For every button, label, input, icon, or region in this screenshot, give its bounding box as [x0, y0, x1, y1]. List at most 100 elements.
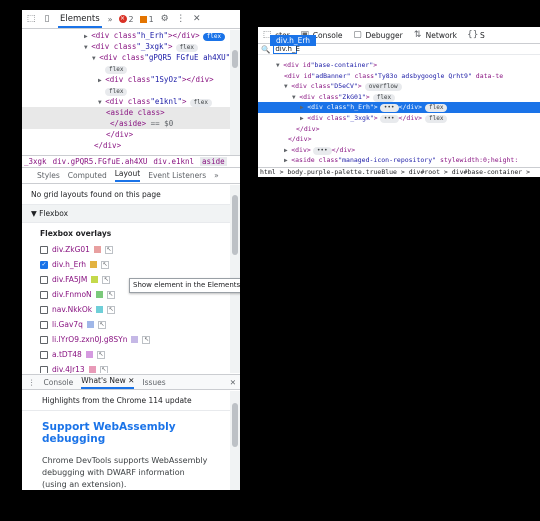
overlay-checkbox[interactable] [40, 290, 48, 299]
dom-node[interactable]: </div> [258, 134, 540, 145]
reveal-element-icon[interactable]: ↖ [104, 245, 113, 254]
reveal-element-icon[interactable]: ↖ [142, 335, 151, 344]
flexbox-section-header[interactable]: ▼ Flexbox [22, 205, 230, 223]
dom-node[interactable]: ▶ <div class"_3xgk"> ••• </div> flex [258, 113, 540, 124]
tab-event-listeners[interactable]: Event Listeners [148, 171, 206, 180]
ellipsis-badge[interactable]: ••• [312, 146, 332, 155]
inspect-element-icon[interactable]: ⬚ [26, 14, 36, 24]
tab-styles[interactable]: Styles [37, 171, 60, 180]
reveal-element-icon[interactable]: ↖ [99, 365, 108, 373]
ellipsis-badge[interactable]: ••• [379, 104, 399, 113]
error-badge[interactable]: × 2 [118, 15, 134, 24]
overlay-color-swatch[interactable] [95, 291, 103, 298]
close-icon[interactable]: ✕ [192, 14, 202, 24]
overlay-name[interactable]: div.ZkG01 [52, 245, 90, 254]
overlay-color-swatch[interactable] [90, 261, 98, 268]
reveal-element-icon[interactable]: ↖ [106, 290, 115, 299]
overlay-color-swatch[interactable] [91, 276, 99, 283]
overlay-name[interactable]: div.h_Erh [52, 260, 86, 269]
flex-badge[interactable]: flex [189, 99, 212, 107]
dom-node[interactable]: <aside class> [22, 107, 230, 118]
dom-node[interactable]: flex [22, 85, 230, 96]
overlay-name[interactable]: div.4Jr13 [52, 365, 85, 373]
breadcrumb-item[interactable]: div.e1knl [153, 157, 194, 166]
tab-network[interactable]: ⇅ Network [413, 30, 457, 40]
overlay-checkbox[interactable] [40, 305, 48, 314]
flex-badge[interactable]: flex [105, 88, 128, 96]
dom-node[interactable]: ▼ <div class"e1knl"> flex [22, 96, 230, 107]
dom-node[interactable]: ▼ <div class"D5eCV"> overflow [258, 81, 540, 92]
breadcrumb-item[interactable]: div.gPQR5.FGfuE.ah4XU [53, 157, 148, 166]
reveal-element-icon[interactable]: ↖ [97, 320, 106, 329]
overlay-checkbox[interactable]: ✓ [40, 260, 48, 269]
kebab-menu-icon[interactable]: ⋮ [176, 14, 186, 24]
overlay-item[interactable]: li.Gav7q ↖ [22, 317, 230, 332]
overlay-item[interactable]: a.tDT48 ↖ [22, 347, 230, 362]
flex-badge[interactable]: flex [425, 114, 448, 123]
overlay-checkbox[interactable] [40, 320, 48, 329]
drawer-tab-what-s-new[interactable]: What's New ✕ [81, 376, 135, 389]
more-tabs-icon[interactable]: » [108, 15, 113, 24]
close-drawer-icon[interactable]: ✕ [230, 378, 236, 387]
reveal-element-icon[interactable]: ↖ [102, 275, 111, 284]
overlay-name[interactable]: li.lYrO9.zxn0J.g8SYn [52, 335, 127, 344]
tab-computed[interactable]: Computed [68, 171, 107, 180]
whats-new-scrollbar[interactable] [230, 391, 240, 490]
dom-node[interactable]: </aside> == $0 [22, 118, 230, 129]
overlay-name[interactable]: nav.NkkOk [52, 305, 92, 314]
overlay-color-swatch[interactable] [86, 321, 94, 328]
scroll-thumb[interactable] [232, 195, 238, 255]
scroll-thumb[interactable] [232, 50, 238, 68]
breadcrumb-item[interactable]: _3xgk [24, 157, 47, 166]
dom-node[interactable]: ▼ <div class"_3xgk"> flex [22, 41, 230, 52]
flex-badge[interactable]: flex [175, 44, 198, 52]
overlay-checkbox[interactable] [40, 245, 48, 254]
dom-node[interactable]: flex [22, 63, 230, 74]
dom-tree-popup[interactable]: ▼ <div id"base-container"> <div id"adBann… [258, 60, 540, 166]
reveal-element-icon[interactable]: ↖ [96, 350, 105, 359]
dom-scrollbar[interactable] [230, 30, 240, 155]
dom-node[interactable]: ▶ <div class"1SyOz"></div> [22, 74, 230, 85]
dom-node[interactable]: ▶ <aside class"managed-icon-repository" … [258, 155, 540, 166]
overlay-checkbox[interactable] [40, 350, 48, 359]
overlay-item[interactable]: li.lYrO9.zxn0J.g8SYn ↖ [22, 332, 230, 347]
tab-style-editor[interactable]: {} S [467, 30, 485, 40]
dom-node[interactable]: ▼ <div id"base-container"> [258, 60, 540, 71]
overlay-name[interactable]: div.FA5JM [52, 275, 87, 284]
flex-badge[interactable]: flex [105, 66, 128, 74]
dom-node[interactable]: ▶ <div class"h_Erh"> ••• </div> flex [258, 102, 540, 113]
dom-node[interactable]: ▶ <div> ••• </div> [258, 145, 540, 156]
drawer-tab-issues[interactable]: Issues [142, 378, 165, 387]
flex-badge[interactable]: overflow [364, 83, 402, 92]
flex-badge[interactable]: flex [372, 93, 396, 102]
flex-badge[interactable]: flex [425, 104, 448, 113]
overlay-checkbox[interactable] [40, 365, 48, 373]
dom-node[interactable]: </div> [258, 124, 540, 135]
drawer-menu-icon[interactable]: ⋮ [28, 378, 36, 387]
scroll-thumb[interactable] [232, 403, 238, 447]
overlay-item[interactable]: ✓ div.h_Erh ↖ [22, 257, 230, 272]
overlay-color-swatch[interactable] [85, 351, 93, 358]
overlay-color-swatch[interactable] [96, 306, 104, 313]
drawer-tab-console[interactable]: Console [44, 378, 74, 387]
overlay-item[interactable]: nav.NkkOk ↖ [22, 302, 230, 317]
reveal-element-icon[interactable]: ↖ [107, 305, 116, 314]
overlay-checkbox[interactable] [40, 275, 48, 284]
tab-elements[interactable]: Elements [58, 11, 102, 28]
overlay-color-swatch[interactable] [93, 246, 101, 253]
overlay-name[interactable]: div.FnmoN [52, 290, 92, 299]
reveal-element-icon[interactable]: ↖ [101, 260, 110, 269]
dom-tree[interactable]: ▶ <div class"h_Erh"></div> flex ▼ <div cla… [22, 30, 230, 155]
dom-node[interactable]: </div> [22, 140, 230, 151]
tab-debugger[interactable]: ▢ Debugger [353, 30, 402, 40]
overlay-color-swatch[interactable] [131, 336, 139, 343]
overlay-item[interactable]: div.ZkG01 ↖ [22, 242, 230, 257]
dom-node[interactable]: </div> [22, 129, 230, 140]
overlay-name[interactable]: li.Gav7q [52, 320, 83, 329]
overlay-item[interactable]: div.4Jr13 ↖ [22, 362, 230, 373]
dom-node[interactable]: ▼ <div class"ZkG01"> flex [258, 92, 540, 103]
settings-gear-icon[interactable]: ⚙ [160, 14, 170, 24]
flex-badge[interactable]: flex [202, 33, 226, 41]
device-toolbar-icon[interactable]: ▯ [42, 14, 52, 24]
whats-new-title[interactable]: Support WebAssembly debugging [22, 411, 230, 449]
